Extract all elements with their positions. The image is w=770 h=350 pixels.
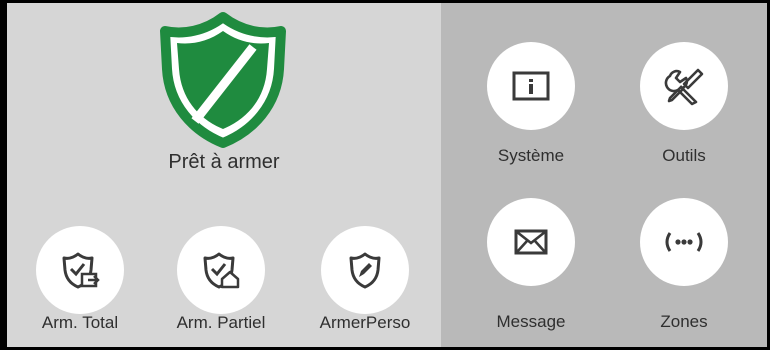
security-panel: Prêt à armer Arm. Total Arm. Partiel Arm…: [7, 3, 767, 347]
arm-total-button[interactable]: [36, 226, 124, 314]
shield-custom-arm-icon: [347, 251, 383, 289]
arm-total-label: Arm. Total: [41, 313, 119, 332]
arming-panel: Prêt à armer Arm. Total Arm. Partiel Arm…: [7, 3, 441, 347]
armer-perso-button[interactable]: [321, 226, 409, 314]
wireless-zones-icon: [662, 231, 706, 253]
status-label: Prêt à armer: [168, 151, 280, 173]
arm-partiel-label: Arm. Partiel: [176, 313, 266, 332]
ready-shield-icon: [157, 9, 289, 149]
info-icon: [512, 71, 550, 101]
armer-perso-label: ArmerPerso: [319, 313, 411, 332]
envelope-icon: [514, 229, 548, 255]
tools-icon: [664, 66, 704, 106]
shield-arm-stay-icon: [201, 250, 241, 290]
shield-arm-away-icon: [60, 250, 100, 290]
systeme-label: Système: [497, 146, 565, 165]
outils-button[interactable]: [640, 42, 728, 130]
message-button[interactable]: [487, 198, 575, 286]
zones-button[interactable]: [640, 198, 728, 286]
message-label: Message: [496, 312, 566, 331]
zones-label: Zones: [660, 312, 708, 331]
menu-panel: Système Outils Message Zones: [441, 3, 767, 347]
systeme-button[interactable]: [487, 42, 575, 130]
outils-label: Outils: [662, 146, 706, 165]
arm-partiel-button[interactable]: [177, 226, 265, 314]
